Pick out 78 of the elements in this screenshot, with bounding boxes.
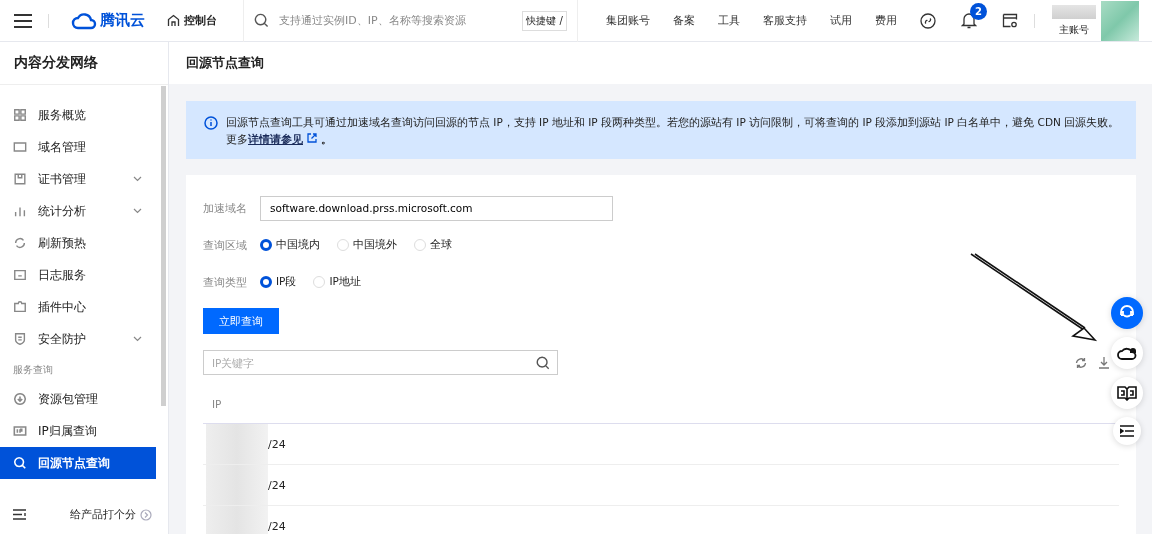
sidebar-item[interactable]: 证书管理 xyxy=(0,163,156,195)
radio-option[interactable]: 全球 xyxy=(414,238,452,252)
chevron-down-icon xyxy=(133,336,142,342)
blurred-address xyxy=(206,506,268,534)
ip-icon xyxy=(13,424,27,438)
table-cell: /24 xyxy=(268,478,286,492)
radio-option[interactable]: 中国境内 xyxy=(260,238,320,252)
radio-option[interactable]: IP地址 xyxy=(313,275,361,289)
link-icon[interactable] xyxy=(920,12,936,29)
table-cell: /24 xyxy=(268,519,286,533)
sidebar-item[interactable]: 刷新预热 xyxy=(0,227,156,259)
external-link-icon[interactable] xyxy=(307,133,317,143)
collapse-icon[interactable] xyxy=(13,509,26,520)
info-icon xyxy=(204,116,218,130)
radio-option[interactable]: IP段 xyxy=(260,275,297,289)
sidebar-item[interactable]: IP归属查询 xyxy=(0,415,156,447)
nav-link[interactable]: 集团账号 xyxy=(606,13,650,28)
section-heading: 服务查询 xyxy=(12,363,54,377)
list-button[interactable] xyxy=(1113,417,1141,445)
nav-link[interactable]: 工具 xyxy=(718,13,740,28)
brand-name[interactable]: 腾讯云 xyxy=(100,11,145,30)
settings-icon[interactable] xyxy=(1002,13,1018,28)
radio-circle[interactable] xyxy=(260,239,272,251)
refresh-icon xyxy=(13,236,27,250)
search-icon xyxy=(254,13,269,28)
radio-circle[interactable] xyxy=(260,276,272,288)
list-icon xyxy=(1120,425,1134,437)
sidebar-item[interactable]: 资源包管理 xyxy=(0,383,156,415)
book-icon xyxy=(1117,385,1137,401)
notification-badge: 2 xyxy=(970,3,987,20)
page-title: 回源节点查询 xyxy=(169,42,1152,84)
period: 。 xyxy=(321,133,332,145)
sidebar-item[interactable]: 域名管理 xyxy=(0,131,156,163)
blurred-address xyxy=(206,424,268,464)
refresh-icon[interactable] xyxy=(1075,356,1087,369)
sidebar-item[interactable]: 回源节点查询 xyxy=(0,447,156,479)
shortcut-hint: 快捷键 / xyxy=(522,10,567,31)
blurred-name xyxy=(1052,4,1096,19)
nav-link[interactable]: 备案 xyxy=(673,13,695,28)
cloud-logo-icon[interactable] xyxy=(71,11,97,30)
console-link[interactable]: 控制台 xyxy=(167,13,243,28)
info-text: 回源节点查询工具可通过加速域名查询访问回源的节点 IP，支持 IP 地址和 IP 段两种类型。若您的源站有 IP 访问限制，可将查询的 IP 段添加到源站 IP 白名单中，避免 CDN 回源失败。更多详情请参见 。 xyxy=(226,115,1121,147)
grid-icon xyxy=(13,108,27,122)
nav-link[interactable]: 试用 xyxy=(830,13,852,28)
sidebar-item[interactable]: 插件中心 xyxy=(0,291,156,323)
chevron-down-icon xyxy=(133,208,142,214)
radio-option[interactable]: 中国境外 xyxy=(337,238,397,252)
cloud-bell-button[interactable] xyxy=(1111,337,1143,369)
field-label: 查询类型 xyxy=(203,274,248,290)
field-label: 加速域名 xyxy=(203,200,248,216)
keyword-search-field[interactable]: IP关键字 xyxy=(203,350,558,375)
nav-link[interactable]: 费用 xyxy=(875,13,897,28)
blurred-address xyxy=(206,465,268,505)
shield-icon xyxy=(13,332,27,346)
nav-link[interactable]: 客服支持 xyxy=(763,13,807,28)
field-label: 查询区域 xyxy=(203,237,248,253)
sidebar-item[interactable]: 安全防护 xyxy=(0,323,156,355)
home-icon xyxy=(167,14,180,27)
feedback-link[interactable]: 给产品打个分 xyxy=(70,507,136,522)
domain-input[interactable]: software.download.prss.microsoft.com xyxy=(260,195,613,221)
chevron-down-icon xyxy=(133,176,142,182)
download-icon[interactable] xyxy=(1099,356,1109,369)
details-link[interactable]: 详情请参见 xyxy=(248,133,317,145)
sidebar-item[interactable]: 日志服务 xyxy=(0,259,156,291)
search-icon xyxy=(13,456,27,470)
menu-icon[interactable] xyxy=(14,13,32,28)
cloud-icon xyxy=(1117,345,1137,361)
support-button[interactable] xyxy=(1111,297,1143,329)
query-button[interactable]: 立即查询 xyxy=(203,308,279,334)
bell-icon[interactable] xyxy=(961,12,977,29)
product-title: 内容分发网络 xyxy=(0,42,168,85)
book-button[interactable] xyxy=(1111,377,1143,409)
sidebar-item[interactable]: 服务概览 xyxy=(0,99,156,131)
sidebar-item[interactable]: 统计分析 xyxy=(0,195,156,227)
search-icon xyxy=(536,356,550,370)
column-header: IP xyxy=(212,398,222,410)
account-label[interactable]: 主账号 xyxy=(1059,22,1089,37)
table-cell: /24 xyxy=(268,437,286,451)
